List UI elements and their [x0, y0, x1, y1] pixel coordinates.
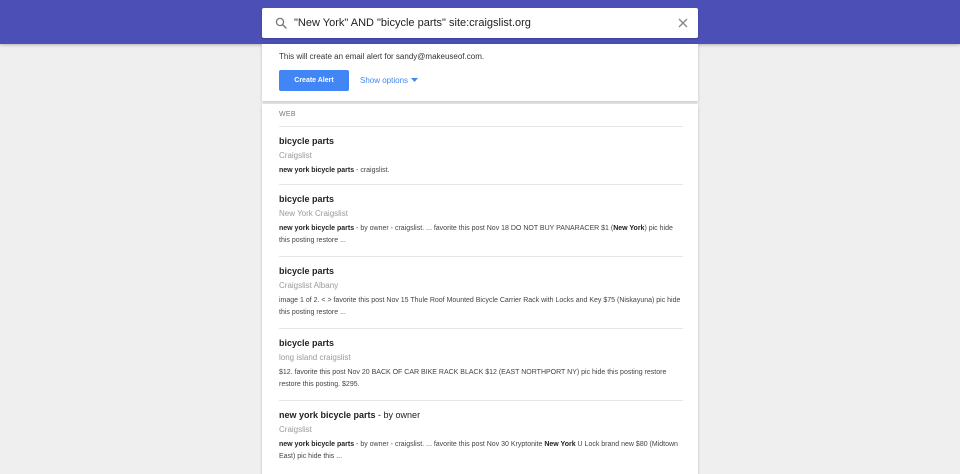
divider — [279, 256, 683, 257]
result-snippet: new york bicycle parts - craigslist. — [279, 167, 390, 174]
show-options-label: Show options — [360, 76, 409, 85]
results-panel: WEB bicycle parts Craigslist new york bi… — [262, 104, 698, 474]
result-snippet: new york bicycle parts - by owner - crai… — [279, 441, 678, 460]
result-item: new york bicycle parts - by owner Craigs… — [279, 409, 683, 463]
divider — [279, 126, 683, 127]
result-source: Craigslist — [279, 425, 312, 434]
result-source: long island craigslist — [279, 353, 351, 362]
result-source: Craigslist Albany — [279, 281, 339, 290]
result-item: bicycle parts Craigslist new york bicycl… — [279, 135, 683, 177]
search-icon — [268, 8, 294, 38]
result-item: bicycle parts Craigslist Albany image 1 … — [279, 265, 683, 319]
result-snippet: $12. favorite this post Nov 20 BACK OF C… — [279, 369, 667, 388]
result-snippet: new york bicycle parts - by owner - crai… — [279, 225, 673, 244]
result-title-text: bicycle parts — [279, 266, 335, 276]
show-options-button[interactable]: Show options — [360, 76, 419, 85]
result-item: bicycle parts long island craigslist $12… — [279, 337, 683, 391]
result-title[interactable]: bicycle parts — [279, 265, 683, 277]
alert-panel: This will create an email alert for sand… — [262, 44, 698, 101]
result-source: New York Craigslist — [279, 209, 348, 218]
alert-description: This will create an email alert for sand… — [279, 52, 485, 61]
result-title[interactable]: bicycle parts — [279, 135, 683, 147]
search-input[interactable] — [294, 8, 670, 38]
create-alert-button[interactable]: Create Alert — [279, 70, 349, 91]
divider — [279, 184, 683, 185]
result-title-text: bicycle parts — [279, 194, 335, 204]
result-title[interactable]: bicycle parts — [279, 193, 683, 205]
result-title-text: new york bicycle parts — [279, 410, 376, 420]
result-title[interactable]: bicycle parts — [279, 337, 683, 349]
result-item: bicycle parts New York Craigslist new yo… — [279, 193, 683, 247]
divider — [279, 328, 683, 329]
result-title-suffix: - by owner — [375, 410, 421, 420]
result-snippet: image 1 of 2. < > favorite this post Nov… — [279, 297, 681, 316]
top-bar — [0, 0, 960, 44]
close-icon[interactable] — [670, 8, 696, 38]
result-title-text: bicycle parts — [279, 338, 335, 348]
result-title[interactable]: new york bicycle parts - by owner — [279, 409, 683, 421]
result-title-text: bicycle parts — [279, 136, 335, 146]
search-box[interactable] — [262, 8, 698, 38]
result-source: Craigslist — [279, 151, 312, 160]
divider — [279, 400, 683, 401]
section-label: WEB — [279, 111, 296, 118]
caret-down-icon — [411, 76, 419, 85]
